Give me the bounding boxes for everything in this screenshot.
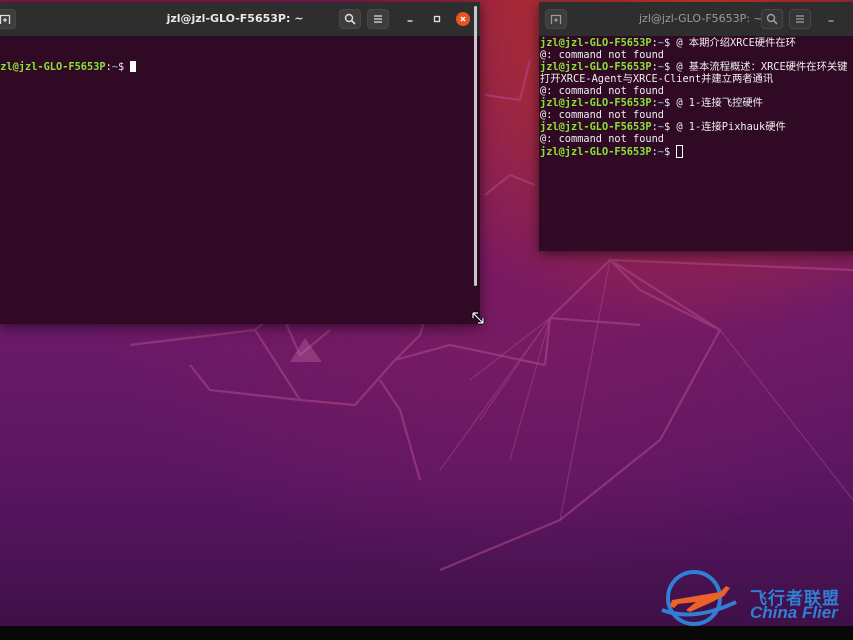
titlebar[interactable]: jzl@jzl-GLO-F5653P: ~ bbox=[0, 2, 480, 36]
output-text: @: command not found bbox=[540, 85, 664, 97]
new-tab-button[interactable] bbox=[545, 9, 567, 29]
output-line: @: command not found bbox=[540, 85, 853, 97]
terminal-output[interactable]: jzl@jzl-GLO-F5653P:~$ @ 本期介绍XRCE硬件在环 @: c… bbox=[539, 36, 853, 251]
new-tab-icon bbox=[0, 14, 11, 24]
command-text: @ 本期介绍XRCE硬件在环 bbox=[676, 37, 796, 49]
prompt-user: jzl@jzl-GLO-F5653P bbox=[540, 61, 652, 73]
command-text: @ 1-连接飞控硬件 bbox=[676, 97, 763, 109]
window-title: jzl@jzl-GLO-F5653P: ~ bbox=[639, 12, 763, 25]
command-text: @ 1-连接Pixhauk硬件 bbox=[676, 121, 786, 133]
search-icon bbox=[766, 13, 778, 25]
prompt-user: jzl@jzl-GLO-F5653P bbox=[540, 97, 652, 109]
output-text: @: command not found bbox=[540, 49, 664, 61]
watermark-en: China Flier bbox=[750, 603, 838, 622]
prompt-line: jzl@jzl-GLO-F5653P:~$ @ 基本流程概述：XRCE硬件在环关… bbox=[540, 61, 853, 73]
prompt-symbol: $ bbox=[664, 146, 677, 158]
prompt-line: jzl@jzl-GLO-F5653P:~$ @ 1-连接Pixhauk硬件 bbox=[540, 121, 853, 133]
close-button[interactable] bbox=[456, 12, 470, 26]
bottom-bar bbox=[0, 626, 853, 640]
new-tab-button[interactable] bbox=[0, 9, 16, 29]
output-line: @: command not found bbox=[540, 49, 853, 61]
prompt-symbol: $ bbox=[664, 97, 677, 109]
minimize-button[interactable] bbox=[824, 12, 838, 26]
prompt-line: jzl@jzl-GLO-F5653P:~$ bbox=[540, 145, 853, 158]
minimize-icon bbox=[828, 20, 834, 22]
output-line: 打开XRCE-Agent与XRCE-Client并建立两者通讯 bbox=[540, 73, 853, 85]
output-line: @: command not found bbox=[540, 133, 853, 145]
titlebar[interactable]: jzl@jzl-GLO-F5653P: ~ bbox=[539, 2, 853, 36]
maximize-button[interactable] bbox=[430, 12, 444, 26]
scrollbar[interactable] bbox=[474, 6, 477, 286]
search-icon bbox=[344, 13, 356, 25]
text-cursor bbox=[676, 145, 684, 158]
minimize-button[interactable] bbox=[403, 12, 417, 26]
hamburger-menu-icon bbox=[374, 15, 382, 23]
prompt-symbol: $ bbox=[664, 121, 677, 133]
close-icon bbox=[460, 16, 466, 22]
prompt-line: jzl@jzl-GLO-F5653P:~$ @ 本期介绍XRCE硬件在环 bbox=[540, 37, 853, 49]
airplane-globe-icon bbox=[661, 570, 737, 626]
output-line: @: command not found bbox=[540, 109, 853, 121]
terminal-window-left[interactable]: jzl@jzl-GLO-F5653P: ~ jzl@jzl-GLO-F5653P… bbox=[0, 2, 480, 324]
prompt-symbol: $ bbox=[118, 61, 131, 73]
output-text: @: command not found bbox=[540, 109, 664, 121]
prompt-symbol: $ bbox=[664, 37, 677, 49]
prompt-symbol: $ bbox=[664, 61, 677, 73]
search-button[interactable] bbox=[761, 9, 783, 29]
prompt-line: jzl@jzl-GLO-F5653P:~$ bbox=[0, 61, 480, 73]
new-tab-icon bbox=[550, 14, 562, 24]
output-text: 打开XRCE-Agent与XRCE-Client并建立两者通讯 bbox=[540, 73, 774, 85]
terminal-window-right[interactable]: jzl@jzl-GLO-F5653P: ~ jzl@jzl-GLO-F5653P… bbox=[539, 2, 853, 251]
prompt-user: jzl@jzl-GLO-F5653P bbox=[540, 146, 652, 158]
maximize-icon bbox=[433, 15, 441, 23]
prompt-user: jzl@jzl-GLO-F5653P bbox=[540, 37, 652, 49]
search-button[interactable] bbox=[339, 9, 361, 29]
terminal-output[interactable]: jzl@jzl-GLO-F5653P:~$ bbox=[0, 36, 480, 324]
command-text: @ 基本流程概述：XRCE硬件在环关键 bbox=[676, 61, 848, 73]
prompt-user: jzl@jzl-GLO-F5653P bbox=[540, 121, 652, 133]
menu-button[interactable] bbox=[367, 9, 389, 29]
text-cursor bbox=[130, 61, 137, 72]
minimize-icon bbox=[407, 20, 413, 22]
prompt-user: jzl@jzl-GLO-F5653P bbox=[0, 61, 106, 73]
watermark-logo: 飞行者联盟 China Flier bbox=[650, 566, 853, 628]
window-title: jzl@jzl-GLO-F5653P: ~ bbox=[166, 12, 304, 25]
output-text: @: command not found bbox=[540, 133, 664, 145]
resize-cursor-icon bbox=[471, 311, 485, 325]
menu-button[interactable] bbox=[789, 9, 811, 29]
prompt-line: jzl@jzl-GLO-F5653P:~$ @ 1-连接飞控硬件 bbox=[540, 97, 853, 109]
hamburger-menu-icon bbox=[796, 15, 804, 23]
